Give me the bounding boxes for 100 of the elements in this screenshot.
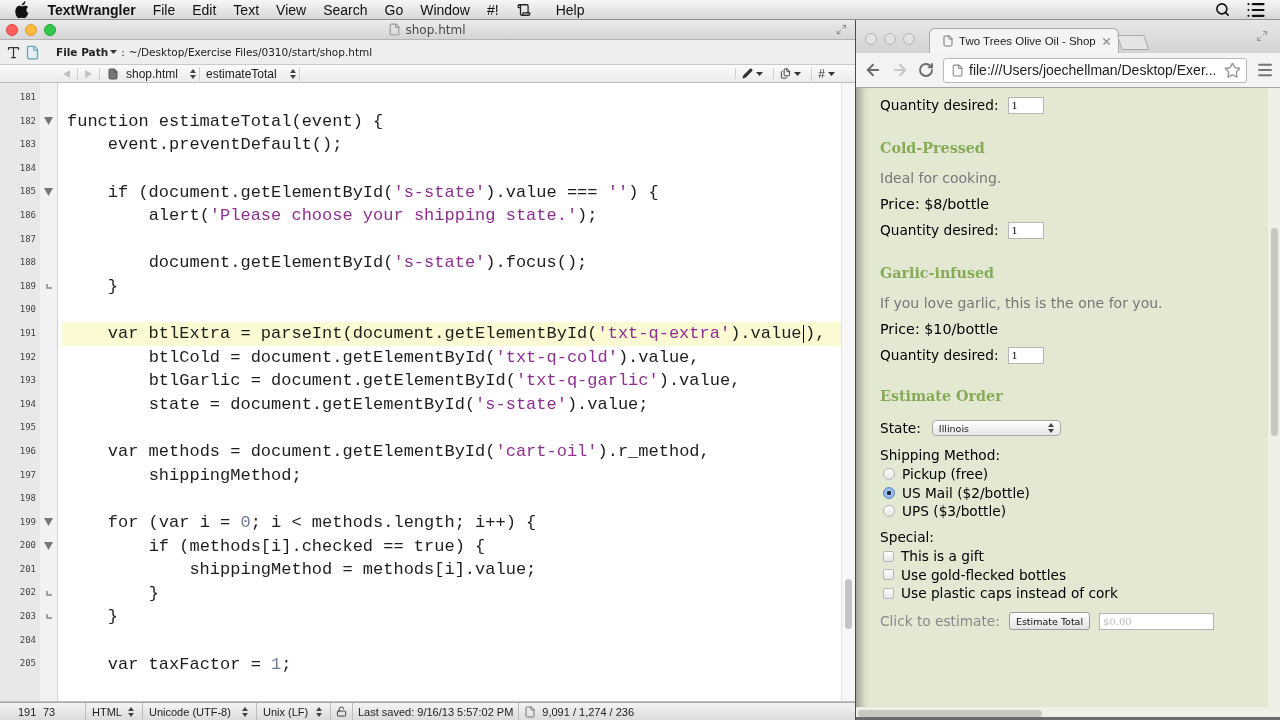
caret-icon bbox=[828, 71, 835, 76]
updown-arrows-icon bbox=[1047, 423, 1054, 433]
quantity-field[interactable]: 1 bbox=[1007, 96, 1044, 114]
code-line: if (methods[i].checked == true) { bbox=[148, 536, 486, 556]
line-number: 184 bbox=[18, 161, 37, 175]
code-line: ), bbox=[805, 324, 826, 344]
code-line: } bbox=[107, 607, 118, 627]
estimate-total-button[interactable]: Estimate Total bbox=[1008, 612, 1091, 630]
document-icon bbox=[107, 67, 119, 80]
line-number: 202 bbox=[18, 586, 37, 600]
menu-item[interactable]: Search bbox=[314, 0, 376, 19]
back-button[interactable] bbox=[864, 61, 882, 79]
line-number: 189 bbox=[18, 279, 37, 293]
close-icon[interactable] bbox=[1100, 35, 1112, 47]
language-popup[interactable]: HTML bbox=[85, 703, 142, 720]
state-select[interactable]: Illinois bbox=[931, 420, 1061, 436]
code-line: function estimateTotal(event) { bbox=[67, 111, 384, 131]
updown-arrows-icon bbox=[190, 68, 196, 79]
radio-button[interactable] bbox=[883, 486, 895, 499]
quantity-field[interactable]: 1 bbox=[1007, 221, 1044, 239]
checkbox[interactable] bbox=[883, 569, 894, 581]
quantity-label: Quantity desired: bbox=[880, 97, 999, 113]
total-field[interactable]: $0.00 bbox=[1099, 612, 1215, 630]
file-path-button[interactable]: File Path bbox=[56, 46, 118, 58]
star-icon[interactable] bbox=[1224, 61, 1241, 79]
checkbox[interactable] bbox=[883, 550, 894, 562]
menu-item[interactable]: Window bbox=[411, 0, 479, 19]
apple-icon[interactable] bbox=[14, 1, 29, 18]
code-line: var methods = document.getElementById('cart-oil').r_method, bbox=[107, 442, 710, 462]
line-number: 195 bbox=[18, 421, 37, 435]
browser-tab[interactable]: Two Trees Olive Oil - Shop bbox=[929, 28, 1119, 53]
minimize-icon[interactable] bbox=[884, 32, 896, 45]
code-line: document.getElementById('s-state').focus(); bbox=[148, 253, 588, 273]
menu-item[interactable]: Help bbox=[547, 0, 593, 19]
path-separator: : bbox=[121, 46, 125, 58]
product-heading: Garlic-infused bbox=[880, 264, 996, 283]
menu-item[interactable]: Text bbox=[224, 0, 268, 19]
reload-button[interactable] bbox=[918, 62, 934, 78]
search-icon[interactable] bbox=[1215, 2, 1230, 17]
section-heading: Estimate Order bbox=[880, 387, 1004, 406]
estimate-label: Click to estimate: bbox=[880, 613, 1000, 629]
text-icon[interactable] bbox=[6, 44, 21, 60]
menu-item[interactable]: #! bbox=[478, 0, 508, 19]
list-icon[interactable] bbox=[1246, 0, 1266, 20]
pen-icon bbox=[742, 68, 754, 79]
menu-item[interactable]: File bbox=[144, 0, 184, 19]
radio-button[interactable] bbox=[883, 505, 895, 518]
encoding-popup[interactable]: Unicode (UTF-8) bbox=[142, 703, 256, 720]
line-number: 196 bbox=[18, 444, 37, 458]
fullscreen-icon[interactable] bbox=[836, 24, 847, 35]
scrollbar-thumb[interactable] bbox=[858, 710, 1042, 717]
checkbox-label: This is a gift bbox=[901, 548, 984, 565]
line-number: 205 bbox=[18, 657, 37, 671]
updown-arrows-icon bbox=[128, 706, 134, 717]
quantity-label: Quantity desired: bbox=[880, 347, 999, 363]
code-line: for (var i = 0; i < methods.length; i++) { bbox=[107, 513, 537, 532]
line-number: 200 bbox=[18, 539, 37, 553]
menu-item[interactable]: Go bbox=[376, 0, 412, 19]
radio-label: UPS ($3/bottle) bbox=[902, 503, 1007, 520]
close-icon[interactable] bbox=[865, 32, 877, 45]
quantity-field[interactable]: 1 bbox=[1007, 346, 1044, 364]
file-popup[interactable]: shop.html bbox=[119, 66, 200, 81]
checkbox[interactable] bbox=[883, 587, 894, 599]
scroll-icon bbox=[517, 2, 532, 17]
product-description: Ideal for cooking. bbox=[880, 169, 1003, 188]
reload-icon bbox=[918, 62, 934, 78]
address-field[interactable]: file:///Users/joechellman/Desktop/Exer... bbox=[943, 57, 1247, 83]
code-line: var btlExtra = parseInt(document.getElementById('txt-q-extra').value bbox=[107, 324, 802, 344]
close-icon[interactable] bbox=[6, 23, 18, 36]
fold-triangle-icon[interactable] bbox=[44, 542, 53, 551]
code-line: } bbox=[107, 277, 118, 297]
code-line: state = document.getElementById('s-state').value; bbox=[148, 395, 649, 414]
menu-item[interactable]: View bbox=[267, 0, 315, 19]
line-number: 182 bbox=[18, 114, 37, 128]
function-popup[interactable]: estimateTotal bbox=[200, 66, 300, 81]
fold-triangle-icon[interactable] bbox=[44, 117, 53, 126]
hash-menu[interactable]: # bbox=[811, 66, 841, 81]
line-number: 192 bbox=[18, 350, 37, 364]
zoom-icon[interactable] bbox=[903, 32, 915, 45]
line-number: 185 bbox=[18, 185, 37, 199]
new-tab-icon[interactable] bbox=[1117, 35, 1149, 50]
radio-button[interactable] bbox=[883, 468, 895, 481]
scrollbar-thumb[interactable] bbox=[845, 579, 852, 629]
scrollbar-thumb[interactable] bbox=[1270, 228, 1278, 436]
code-line: event.preventDefault(); bbox=[107, 135, 343, 155]
zoom-icon[interactable] bbox=[44, 23, 56, 36]
product-price: Price: $8/bottle bbox=[880, 195, 991, 214]
minimize-icon[interactable] bbox=[25, 23, 37, 36]
unlocked-icon[interactable] bbox=[336, 706, 347, 717]
fold-triangle-icon[interactable] bbox=[44, 518, 53, 527]
app-menu[interactable]: TextWrangler bbox=[39, 0, 145, 19]
fullscreen-icon[interactable] bbox=[1256, 30, 1268, 42]
documents-icon bbox=[780, 68, 792, 79]
shipping-label: Shipping Method: bbox=[880, 446, 1001, 465]
line-endings-popup[interactable]: Unix (LF) bbox=[256, 703, 330, 720]
fold-triangle-icon[interactable] bbox=[44, 188, 53, 197]
line-number: 197 bbox=[18, 468, 37, 482]
menu-item[interactable]: Edit bbox=[183, 0, 225, 19]
menu-icon[interactable] bbox=[1256, 61, 1274, 79]
code-line: btlGarlic = document.getElementById('txt-q-garlic').value, bbox=[148, 371, 741, 391]
